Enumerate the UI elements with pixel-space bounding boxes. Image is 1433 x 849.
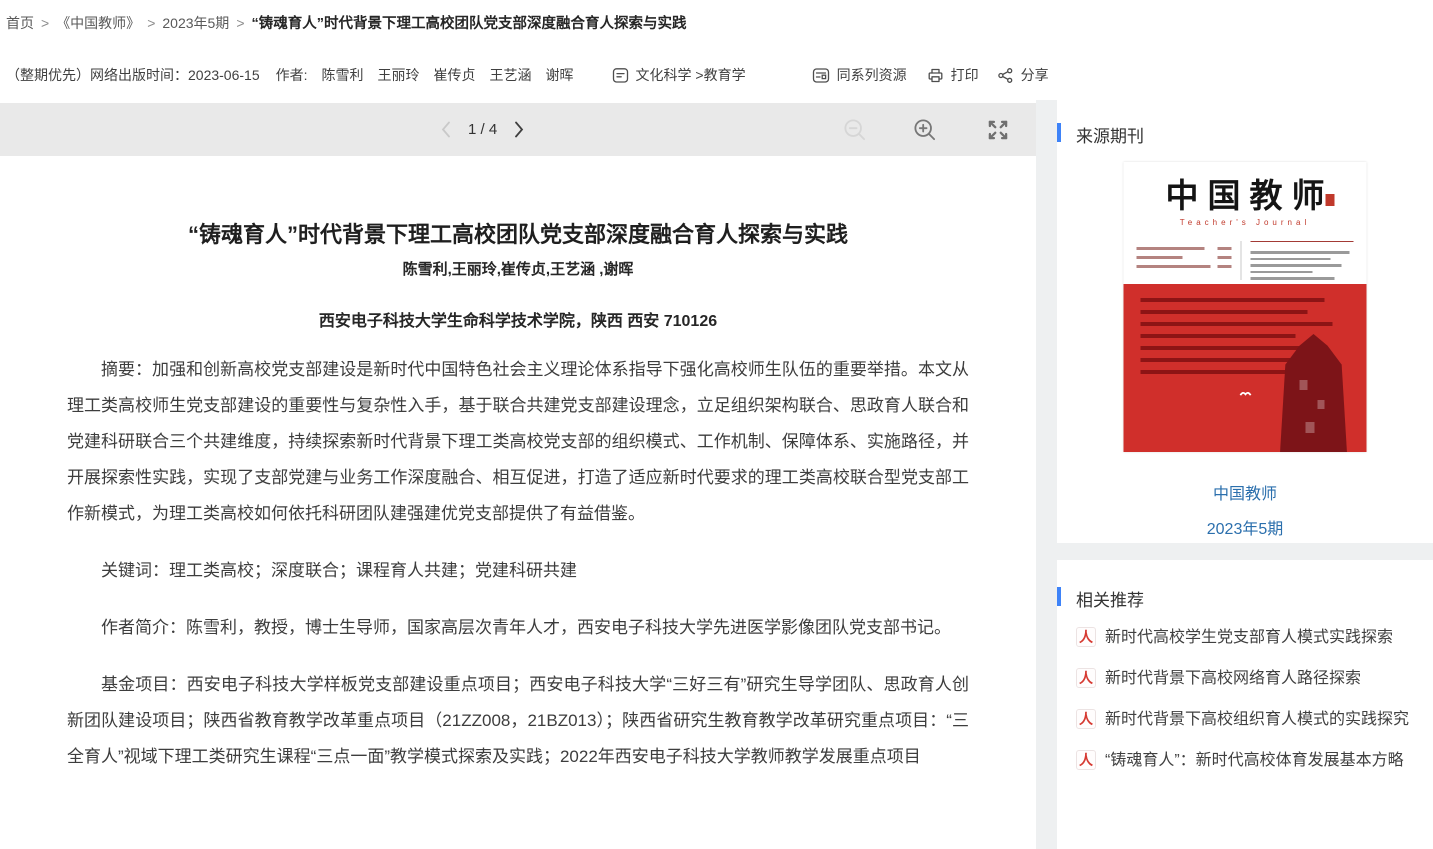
viewer-toolbar: 1 / 4 <box>0 103 1036 156</box>
print-label: 打印 <box>951 65 979 85</box>
pdf-icon: 人 <box>1076 627 1096 647</box>
paper-keywords: 关键词：理工类高校；深度联合；课程育人共建；党建科研共建 <box>67 553 969 589</box>
recommendations-heading-label: 相关推荐 <box>1076 591 1144 610</box>
author-link[interactable]: 王艺涵 <box>490 67 532 83</box>
recommendation-title: 新时代高校学生党支部育人模式实践探索 <box>1105 625 1393 651</box>
journal-cover-image[interactable]: 中国教师 Teacher's Journal <box>1124 162 1367 452</box>
top-header: 首页 > 《中国教师》 >2023年5期 > “铸魂育人”时代背景下理工高校团队党支部深度… <box>0 0 1433 100</box>
series-resources-icon <box>812 67 830 84</box>
authors-label: 作者: <box>276 65 308 85</box>
journal-cover-artwork <box>1124 284 1367 452</box>
recommendations-heading: 相关推荐 <box>1057 560 1433 611</box>
recommendation-list: 人 新时代高校学生党支部育人模式实践探索 人 新时代背景下高校网络育人路径探索 … <box>1057 611 1433 774</box>
recommendation-item[interactable]: 人 新时代高校学生党支部育人模式实践探索 <box>1076 625 1413 651</box>
recommendation-title: 新时代背景下高校网络育人路径探索 <box>1105 666 1361 692</box>
journal-cover-title: 中国教师 <box>1124 162 1367 217</box>
journal-cover-subtitle: Teacher's Journal <box>1124 218 1367 227</box>
previous-page-button[interactable] <box>440 120 452 139</box>
source-journal-heading-label: 来源期刊 <box>1076 127 1144 146</box>
cover-decorative-lines <box>1124 241 1367 280</box>
zoom-out-button[interactable] <box>842 117 868 143</box>
share-button[interactable]: 分享 <box>997 65 1049 85</box>
paper-title: “铸魂育人”时代背景下理工高校团队党支部深度融合育人探索与实践 <box>67 220 969 250</box>
document-viewer: 1 / 4 “铸魂育人”时代背景下理工高校团队党支部深度融合育人探索与实践 陈雪… <box>0 100 1036 849</box>
recommendation-item[interactable]: 人 新时代背景下高校网络育人路径探索 <box>1076 666 1413 692</box>
pdf-icon: 人 <box>1076 750 1096 770</box>
next-page-button[interactable] <box>513 120 525 139</box>
heading-accent-bar <box>1057 587 1061 606</box>
source-journal-card: 来源期刊 中国教师 Teacher's Journal <box>1057 100 1433 543</box>
fullscreen-button[interactable] <box>985 117 1011 143</box>
share-label: 分享 <box>1021 65 1049 85</box>
breadcrumb-separator: > <box>147 15 155 31</box>
recommendation-title: “铸魂育人”：新时代高校体育发展基本方略 <box>1105 748 1404 774</box>
paper-first-page: “铸魂育人”时代背景下理工高校团队党支部深度融合育人探索与实践 陈雪利,王丽玲,… <box>67 156 969 775</box>
heading-accent-bar <box>1057 123 1061 142</box>
series-resources-label: 同系列资源 <box>837 65 907 85</box>
breadcrumb-separator: > <box>41 15 49 31</box>
journal-cover-masthead: 中国教师 Teacher's Journal <box>1124 162 1367 284</box>
bird-icon <box>1240 390 1252 397</box>
article-meta-bar: （整期优先）网络出版时间：2023-06-15 作者: 陈雪利王丽玲崔传贞王艺涵… <box>6 62 1049 88</box>
recommendation-item[interactable]: 人 “铸魂育人”：新时代高校体育发展基本方略 <box>1076 748 1413 774</box>
journal-issue-link[interactable]: 2023年5期 <box>1057 515 1433 539</box>
share-icon <box>997 67 1014 84</box>
pdf-icon: 人 <box>1076 709 1096 729</box>
sidebar: 来源期刊 中国教师 Teacher's Journal <box>1057 100 1433 849</box>
journal-cover-seal <box>1326 194 1335 206</box>
recommendations-card: 相关推荐 人 新时代高校学生党支部育人模式实践探索 人 新时代背景下高校网络育人… <box>1057 560 1433 849</box>
printer-icon <box>927 67 944 84</box>
paper-funding: 基金项目：西安电子科技大学样板党支部建设重点项目；西安电子科技大学“三好三有”研… <box>67 667 969 775</box>
author-link[interactable]: 陈雪利 <box>322 67 364 83</box>
paper-authors: 陈雪利,王丽玲,崔传贞,王艺涵 ,谢晖 <box>67 258 969 279</box>
series-resources-button[interactable]: 同系列资源 <box>812 65 907 85</box>
breadcrumb-link[interactable]: 首页 <box>6 15 34 31</box>
journal-name-link[interactable]: 中国教师 <box>1057 480 1433 504</box>
category-link[interactable]: 文化科学 >教育学 <box>612 65 746 85</box>
source-journal-heading: 来源期刊 <box>1057 100 1433 147</box>
breadcrumb-link[interactable]: 2023年5期 <box>162 15 229 31</box>
breadcrumb-link[interactable]: 《中国教师》 <box>56 15 140 31</box>
pager: 1 / 4 <box>440 103 525 156</box>
breadcrumb-current: “铸魂育人”时代背景下理工高校团队党支部深度融合育人探索与实践 <box>252 16 687 32</box>
author-link[interactable]: 谢晖 <box>546 67 574 83</box>
paper-abstract: 摘要：加强和创新高校党支部建设是新时代中国特色社会主义理论体系指导下强化高校师生… <box>67 352 969 532</box>
author-link[interactable]: 崔传贞 <box>434 67 476 83</box>
zoom-in-button[interactable] <box>912 117 938 143</box>
recommendation-title: 新时代背景下高校组织育人模式的实践探究 <box>1105 707 1409 733</box>
breadcrumb-separator: > <box>236 15 244 31</box>
document-page: “铸魂育人”时代背景下理工高校团队党支部深度融合育人探索与实践 陈雪利,王丽玲,… <box>0 156 1036 849</box>
paper-author-bio: 作者简介：陈雪利，教授，博士生导师，国家高层次青年人才，西安电子科技大学先进医学… <box>67 610 969 646</box>
recommendation-item[interactable]: 人 新时代背景下高校组织育人模式的实践探究 <box>1076 707 1413 733</box>
author-link[interactable]: 王丽玲 <box>378 67 420 83</box>
category-label: 文化科学 >教育学 <box>636 65 746 85</box>
print-button[interactable]: 打印 <box>927 65 979 85</box>
paper-affiliation: 西安电子科技大学生命科学技术学院，陕西 西安 710126 <box>67 307 969 331</box>
page-indicator: 1 / 4 <box>468 121 497 138</box>
category-icon <box>612 67 629 84</box>
publish-info: （整期优先）网络出版时间：2023-06-15 <box>6 65 260 85</box>
pdf-icon: 人 <box>1076 668 1096 688</box>
breadcrumb: 首页 > 《中国教师》 >2023年5期 > “铸魂育人”时代背景下理工高校团队党支部深度… <box>6 12 687 33</box>
